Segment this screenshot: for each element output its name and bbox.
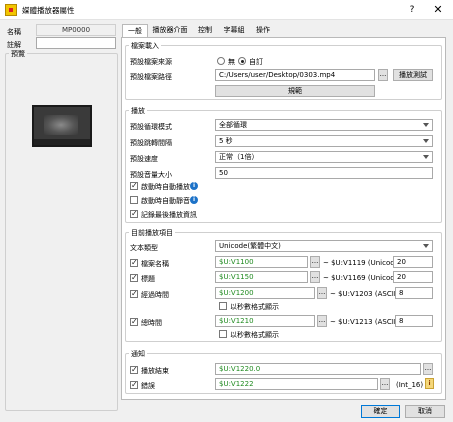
total-seconds-label: 以秒數格式顯示 (230, 331, 279, 339)
skip-select-value: 5 秒 (219, 137, 233, 145)
elapsed-range: ~ $U:V1203 (ASCII) (330, 290, 399, 298)
radio-custom-label: 自訂 (249, 58, 263, 66)
name-label: 名稱 (7, 28, 21, 36)
title-label: 標題 (141, 275, 155, 283)
elapsed-checkbox[interactable] (130, 289, 138, 298)
title-size-input[interactable]: 20 (393, 271, 433, 283)
cancel-button[interactable]: 取消 (405, 405, 445, 418)
text-type-label: 文本類型 (130, 244, 158, 252)
filename-label: 檔案名稱 (141, 260, 169, 268)
automute-label: 啟動時自動靜音 (141, 197, 190, 205)
title-address-browse-button[interactable]: ... (310, 271, 320, 283)
text-type-select-value: Unicode(繁體中文) (219, 242, 281, 250)
tab-player-interface[interactable]: 播放器介面 (150, 24, 190, 37)
play-end-checkbox[interactable] (130, 365, 138, 374)
filename-checkbox[interactable] (130, 258, 138, 267)
chevron-down-icon (423, 155, 429, 159)
remember-checkbox[interactable] (130, 209, 138, 218)
rule-button[interactable]: 規範 (215, 85, 375, 97)
elapsed-address-browse-button[interactable]: ... (317, 287, 327, 299)
total-address-input[interactable]: $U:V1210 (215, 315, 315, 327)
preview-control-bar (34, 139, 90, 145)
radio-none-label: 無 (228, 58, 235, 66)
loop-label: 預設循環模式 (130, 123, 172, 131)
total-seconds-checkbox[interactable] (219, 330, 227, 338)
total-label: 總時間 (141, 319, 162, 327)
volume-input[interactable]: 50 (215, 167, 433, 179)
playback-title: 播放 (129, 106, 147, 116)
speed-select-value: 正常（1倍） (219, 153, 259, 161)
filename-address-browse-button[interactable]: ... (310, 256, 320, 268)
path-input[interactable]: C:/Users/user/Desktop/0303.mp4 (215, 69, 375, 81)
path-browse-button[interactable]: ... (378, 69, 388, 81)
info-icon[interactable]: i (190, 182, 198, 190)
radio-none[interactable] (217, 57, 225, 65)
elapsed-seconds-label: 以秒數格式顯示 (230, 303, 279, 311)
speed-select[interactable]: 正常（1倍） (215, 151, 433, 163)
tab-general[interactable]: 一般 (122, 24, 148, 38)
tab-control[interactable]: 控制 (194, 24, 216, 37)
elapsed-seconds-checkbox[interactable] (219, 302, 227, 310)
total-checkbox[interactable] (130, 317, 138, 326)
radio-custom[interactable] (238, 57, 246, 65)
ok-button[interactable]: 確定 (361, 405, 400, 418)
filename-range: ~ $U:V1119 (Unicode) (323, 259, 402, 267)
chevron-down-icon (423, 244, 429, 248)
info-icon[interactable]: i (190, 196, 198, 204)
path-label: 預設檔案路徑 (130, 73, 172, 81)
volume-label: 預設音量大小 (130, 171, 172, 179)
title-bar: 媒體播放器屬性 ? ✕ (0, 0, 453, 20)
loop-select[interactable]: 全部循環 (215, 119, 433, 131)
preview-picture (44, 115, 78, 135)
autoplay-checkbox[interactable] (130, 181, 138, 190)
window-title: 媒體播放器屬性 (22, 6, 75, 15)
error-checkbox[interactable] (130, 380, 138, 389)
tab-operation[interactable]: 操作 (252, 24, 274, 37)
loop-select-value: 全部循環 (219, 121, 247, 129)
chevron-down-icon (423, 123, 429, 127)
skip-select[interactable]: 5 秒 (215, 135, 433, 147)
play-test-button[interactable]: 播放測試 (393, 69, 433, 81)
preview-image (32, 105, 92, 147)
title-checkbox[interactable] (130, 273, 138, 282)
error-browse-button[interactable]: ... (380, 378, 390, 390)
app-icon (5, 4, 17, 16)
current-item-title: 目前播放項目 (129, 228, 175, 238)
text-type-select[interactable]: Unicode(繁體中文) (215, 240, 433, 252)
total-size-input[interactable]: 8 (395, 315, 433, 327)
filename-size-input[interactable]: 20 (393, 256, 433, 268)
total-range: ~ $U:V1213 (ASCII) (330, 318, 399, 326)
autoplay-label: 啟動時自動播放 (141, 183, 190, 191)
name-field: MP0000 (36, 24, 116, 36)
automute-checkbox[interactable] (130, 196, 138, 204)
play-end-label: 播放結束 (141, 367, 169, 375)
remember-label: 記錄最後播放資訊 (141, 211, 197, 219)
speed-label: 預設速度 (130, 155, 158, 163)
skip-label: 預設跳轉間隔 (130, 139, 172, 147)
notify-title: 通知 (129, 349, 147, 359)
error-label: 錯誤 (141, 382, 155, 390)
help-button[interactable]: ? (404, 2, 420, 18)
play-end-browse-button[interactable]: ... (423, 363, 433, 375)
play-end-address-input[interactable]: $U:V1220.0 (215, 363, 421, 375)
elapsed-size-input[interactable]: 8 (395, 287, 433, 299)
title-address-input[interactable]: $U:V1150 (215, 271, 308, 283)
error-type: (Int_16) (396, 381, 424, 389)
preview-label: 預覽 (9, 49, 27, 59)
close-button[interactable]: ✕ (430, 2, 446, 18)
filename-address-input[interactable]: $U:V1100 (215, 256, 308, 268)
chevron-down-icon (423, 139, 429, 143)
total-address-browse-button[interactable]: ... (317, 315, 327, 327)
note-input[interactable] (36, 37, 116, 49)
elapsed-address-input[interactable]: $U:V1200 (215, 287, 315, 299)
source-label: 預設檔案來源 (130, 58, 172, 66)
elapsed-label: 經過時間 (141, 291, 169, 299)
error-tag-icon[interactable]: i (425, 378, 434, 389)
title-range: ~ $U:V1169 (Unicode) (323, 274, 402, 282)
tab-subtitles[interactable]: 字幕組 (220, 24, 248, 37)
error-address-input[interactable]: $U:V1222 (215, 378, 378, 390)
file-load-title: 檔案載入 (129, 41, 161, 51)
